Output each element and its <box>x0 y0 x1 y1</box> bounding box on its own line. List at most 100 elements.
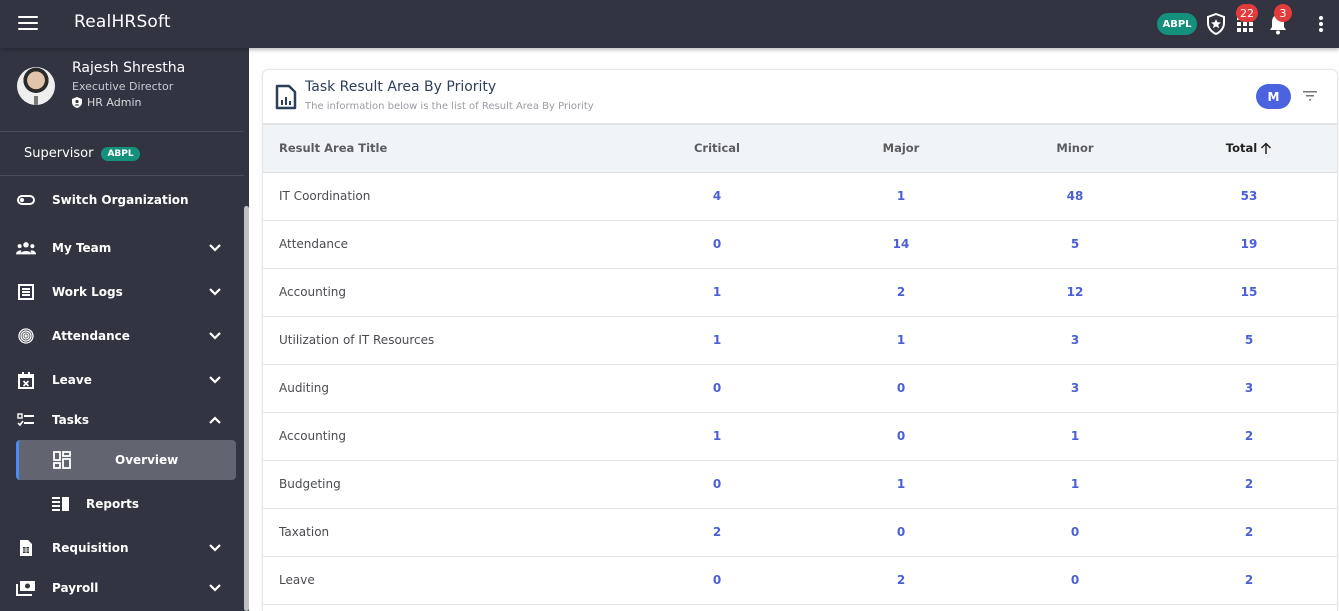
notification-bell-icon[interactable]: 3 <box>1266 4 1292 36</box>
major-count[interactable]: 2 <box>811 556 991 605</box>
report-document-icon <box>275 84 297 110</box>
critical-count[interactable]: 2 <box>623 508 811 557</box>
sidebar-item-label: Work Logs <box>52 285 123 299</box>
minor-count[interactable]: 3 <box>991 364 1159 413</box>
user-shield-icon <box>72 97 82 108</box>
major-count[interactable]: 1 <box>811 460 991 509</box>
result-area-title: Taxation <box>263 508 623 557</box>
checklist-icon <box>16 410 36 430</box>
major-count[interactable]: 14 <box>811 220 991 269</box>
menu-toggle-icon[interactable] <box>18 16 38 32</box>
critical-count[interactable]: 0 <box>623 364 811 413</box>
result-area-title: Leave <box>263 556 623 605</box>
total-count[interactable]: 53 <box>1159 172 1337 221</box>
result-area-title: Attendance <box>263 220 623 269</box>
document-icon <box>16 538 36 558</box>
column-header-total[interactable]: Total <box>1159 125 1337 173</box>
major-count[interactable]: 2 <box>811 268 991 317</box>
column-header-major[interactable]: Major <box>811 125 991 173</box>
minor-count[interactable]: 3 <box>991 316 1159 365</box>
sidebar-item-my-team[interactable]: My Team <box>0 228 236 268</box>
major-count[interactable]: 0 <box>811 412 991 461</box>
critical-count[interactable]: 0 <box>623 556 811 605</box>
critical-count[interactable]: 1 <box>623 412 811 461</box>
critical-count[interactable]: 0 <box>623 220 811 269</box>
result-area-table: Result Area Title Critical Major Minor T… <box>263 125 1337 605</box>
column-header-minor[interactable]: Minor <box>991 125 1159 173</box>
sidebar-item-tasks[interactable]: Tasks <box>0 400 236 440</box>
m-toggle-button[interactable]: M <box>1256 84 1291 109</box>
table-header-row: Result Area Title Critical Major Minor T… <box>263 125 1337 173</box>
minor-count[interactable]: 12 <box>991 268 1159 317</box>
critical-count[interactable]: 0 <box>623 460 811 509</box>
table-row: Leave 0 2 0 2 <box>263 556 1337 605</box>
sidebar-subitem-reports[interactable]: Reports <box>16 484 236 524</box>
critical-count[interactable]: 1 <box>623 316 811 365</box>
shield-star-icon[interactable] <box>1204 12 1228 36</box>
sidebar-subitem-label: Reports <box>86 497 140 511</box>
user-designation: Executive Director <box>72 80 174 93</box>
task-result-area-card: Task Result Area By Priority The informa… <box>262 69 1338 611</box>
result-area-title: Budgeting <box>263 460 623 509</box>
sidebar-item-work-logs[interactable]: Work Logs <box>0 272 236 312</box>
column-header-critical[interactable]: Critical <box>623 125 811 173</box>
total-count[interactable]: 2 <box>1159 556 1337 605</box>
apps-count-badge: 22 <box>1236 4 1258 22</box>
toggle-icon <box>16 190 36 210</box>
table-row: Taxation 2 0 0 2 <box>263 508 1337 557</box>
team-icon <box>16 238 36 258</box>
calendar-x-icon <box>16 370 36 390</box>
apps-grid-icon[interactable]: 22 <box>1233 4 1258 36</box>
sidebar-item-leave[interactable]: Leave <box>0 360 236 400</box>
sidebar-item-label: Tasks <box>52 413 90 427</box>
worklog-icon <box>16 282 36 302</box>
total-count[interactable]: 2 <box>1159 412 1337 461</box>
total-count[interactable]: 19 <box>1159 220 1337 269</box>
result-area-title: Utilization of IT Resources <box>263 316 623 365</box>
column-header-title[interactable]: Result Area Title <box>263 125 623 173</box>
app-brand[interactable]: RealHRSoft <box>74 12 171 32</box>
total-count[interactable]: 2 <box>1159 460 1337 509</box>
total-count[interactable]: 15 <box>1159 268 1337 317</box>
card-header: Task Result Area By Priority The informa… <box>263 70 1337 125</box>
major-count[interactable]: 0 <box>811 364 991 413</box>
avatar[interactable] <box>17 67 55 105</box>
minor-count[interactable]: 0 <box>991 556 1159 605</box>
card-subtitle: The information below is the list of Res… <box>305 101 594 112</box>
minor-count[interactable]: 1 <box>991 412 1159 461</box>
total-count[interactable]: 5 <box>1159 316 1337 365</box>
supervisor-section: Supervisor ABPL <box>0 132 244 176</box>
major-count[interactable]: 1 <box>811 172 991 221</box>
result-area-title: Accounting <box>263 412 623 461</box>
table-row: Accounting 1 2 12 15 <box>263 268 1337 317</box>
total-count[interactable]: 3 <box>1159 364 1337 413</box>
critical-count[interactable]: 4 <box>623 172 811 221</box>
sidebar-item-label: Requisition <box>52 541 129 555</box>
sidebar-item-switch-organization[interactable]: Switch Organization <box>0 180 236 220</box>
total-count[interactable]: 2 <box>1159 508 1337 557</box>
sidebar-subitem-overview[interactable]: Overview <box>16 440 236 480</box>
sidebar-item-requisition[interactable]: Requisition <box>0 528 236 568</box>
report-icon <box>52 497 69 511</box>
more-vertical-icon[interactable] <box>1309 12 1333 36</box>
minor-count[interactable]: 5 <box>991 220 1159 269</box>
table-row: Budgeting 0 1 1 2 <box>263 460 1337 509</box>
chevron-down-icon <box>209 544 221 552</box>
sidebar-subitem-label: Overview <box>115 453 179 467</box>
result-area-title: Accounting <box>263 268 623 317</box>
chevron-down-icon <box>209 376 221 384</box>
organization-badge[interactable]: ABPL <box>1157 13 1197 35</box>
minor-count[interactable]: 48 <box>991 172 1159 221</box>
filter-icon[interactable] <box>1302 89 1318 103</box>
result-area-title: IT Coordination <box>263 172 623 221</box>
major-count[interactable]: 0 <box>811 508 991 557</box>
main-content: Task Result Area By Priority The informa… <box>249 48 1339 611</box>
sidebar-item-attendance[interactable]: Attendance <box>0 316 236 356</box>
critical-count[interactable]: 1 <box>623 268 811 317</box>
user-name: Rajesh Shrestha <box>72 60 186 76</box>
table-row: Attendance 0 14 5 19 <box>263 220 1337 269</box>
minor-count[interactable]: 0 <box>991 508 1159 557</box>
minor-count[interactable]: 1 <box>991 460 1159 509</box>
major-count[interactable]: 1 <box>811 316 991 365</box>
sidebar-item-payroll[interactable]: Payroll <box>0 568 236 608</box>
